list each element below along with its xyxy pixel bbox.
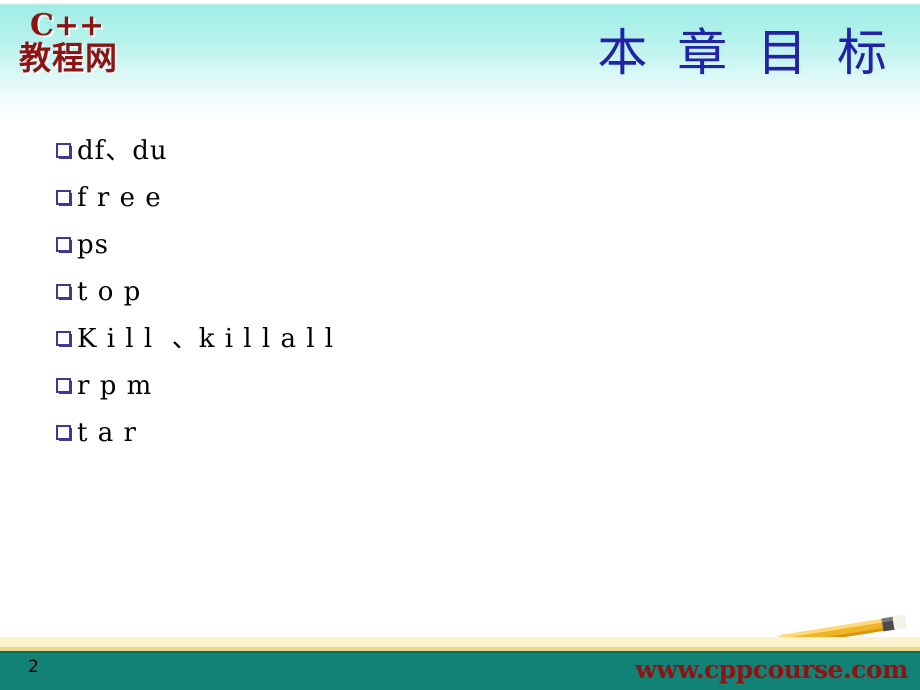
bullet-list: df、du f r e e ps t o p K i l l 、k i l l … xyxy=(56,134,866,463)
square-bullet-icon xyxy=(56,425,72,441)
list-item: ps xyxy=(56,228,866,275)
list-item: K i l l 、k i l l a l l xyxy=(56,322,866,369)
square-bullet-icon xyxy=(56,190,72,206)
list-item-label: df、du xyxy=(77,136,168,166)
square-bullet-icon xyxy=(56,331,72,347)
list-item: f r e e xyxy=(56,181,866,228)
square-bullet-icon xyxy=(56,378,72,394)
list-item-label: t a r xyxy=(77,418,137,448)
page-number: 2 xyxy=(28,657,39,677)
square-bullet-icon xyxy=(56,143,72,159)
logo-text-cpp: C++ xyxy=(30,8,105,43)
list-item: t o p xyxy=(56,275,866,322)
list-item: df、du xyxy=(56,134,866,181)
list-item-label: ps xyxy=(77,230,109,260)
list-item-label: f r e e xyxy=(77,183,162,213)
square-bullet-icon xyxy=(56,237,72,253)
slide-header: C++ 教程网 本 章 目 标 xyxy=(0,0,920,124)
footer-bar-top-edge xyxy=(0,651,920,653)
logo-text-chinese: 教程网 xyxy=(19,39,119,77)
footer-cream-stripe xyxy=(0,637,920,647)
list-item: t a r xyxy=(56,416,866,463)
site-logo: C++ 教程网 xyxy=(16,10,142,88)
square-bullet-icon xyxy=(56,284,72,300)
list-item-label: t o p xyxy=(77,277,142,307)
list-item-label: r p m xyxy=(77,371,153,401)
list-item-label: K i l l 、k i l l a l l xyxy=(77,324,335,354)
page-title: 本 章 目 标 xyxy=(597,24,894,82)
site-url-label[interactable]: www.cppcourse.com xyxy=(635,655,908,685)
slide-canvas: C++ 教程网 本 章 目 标 df、du f r e e ps t o p K… xyxy=(0,0,920,690)
list-item: r p m xyxy=(56,369,866,416)
